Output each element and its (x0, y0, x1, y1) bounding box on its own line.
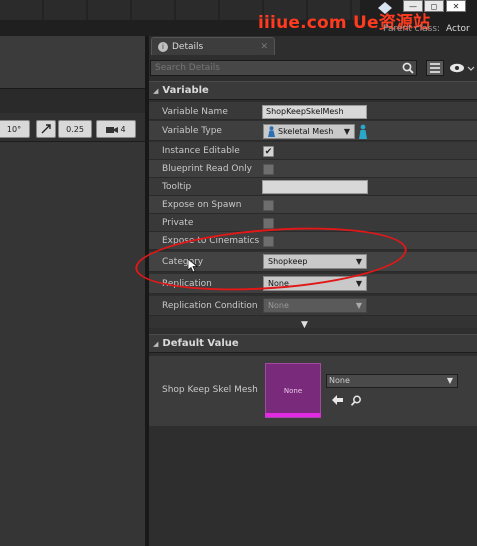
maximize-icon: ◻ (430, 1, 438, 11)
details-info-icon: i (158, 41, 168, 52)
chevron-down-icon: ▼ (446, 376, 453, 385)
replication-condition-value: None (268, 301, 289, 310)
chevron-down-icon: ▼ (355, 301, 362, 310)
collapse-triangle-icon: ◢ (153, 339, 159, 348)
expose-to-cinematics-checkbox[interactable] (263, 236, 274, 247)
expose-to-cinematics-label: Expose to Cinematics (162, 236, 260, 246)
browse-search-icon[interactable] (350, 394, 362, 406)
chevron-down-icon: ▼ (355, 257, 362, 266)
variable-name-label: Variable Name (162, 107, 228, 117)
blueprint-diamond-icon (378, 2, 392, 14)
components-panel (0, 36, 145, 89)
tooltip-field[interactable] (262, 180, 368, 194)
advanced-expander-row[interactable] (149, 316, 477, 328)
expand-advanced-icon[interactable]: ▼ (301, 320, 308, 330)
view-options-eye-icon[interactable] (449, 61, 475, 75)
category-value: Shopkeep (268, 257, 308, 266)
scale-snap-button[interactable]: 0.25 (58, 120, 92, 138)
instance-editable-label: Instance Editable (162, 146, 240, 156)
expose-on-spawn-checkbox[interactable] (263, 200, 274, 211)
viewport-tab-strip (0, 89, 145, 113)
close-icon: ✕ (452, 1, 460, 11)
scale-tool-button[interactable] (36, 120, 56, 138)
private-label: Private (162, 218, 194, 228)
variable-section-title: Variable (162, 85, 209, 96)
search-icon[interactable] (400, 61, 415, 75)
chevron-down-icon: ▼ (355, 279, 362, 288)
replication-dropdown[interactable]: None ▼ (263, 276, 367, 291)
tab-details[interactable]: i Details ✕ (151, 37, 275, 55)
use-selected-arrow-icon[interactable] (331, 394, 343, 406)
replication-condition-label: Replication Condition (162, 301, 258, 311)
variable-type-label: Variable Type (162, 126, 222, 136)
skeletal-mesh-icon (268, 126, 275, 137)
asset-picker-combo[interactable]: None ▼ (326, 374, 458, 388)
close-window-button[interactable]: ✕ (446, 0, 466, 12)
rotation-snap-button[interactable]: 10° (0, 120, 30, 138)
property-matrix-icon[interactable] (426, 60, 444, 76)
variable-type-value: Skeletal Mesh (278, 127, 334, 136)
camera-speed-value: 4 (120, 124, 126, 134)
asset-type-color-bar (265, 413, 321, 417)
asset-thumbnail[interactable]: None (265, 363, 321, 418)
rotation-snap-value: 10° (6, 124, 22, 134)
maximize-button[interactable]: ◻ (424, 0, 444, 12)
variable-type-dropdown[interactable]: Skeletal Mesh ▼ (263, 124, 355, 139)
tooltip-label: Tooltip (162, 182, 192, 192)
chevron-down-icon: ▼ (343, 127, 350, 136)
minimize-button[interactable]: — (403, 0, 423, 12)
scale-snap-value: 0.25 (66, 124, 84, 134)
tab-details-label: Details (172, 41, 204, 52)
parent-class-label: Parent class: (383, 24, 441, 34)
expose-on-spawn-label: Expose on Spawn (162, 200, 242, 210)
asset-thumbnail-text: None (283, 386, 303, 395)
instance-editable-checkbox[interactable]: ✔ (263, 146, 274, 157)
private-checkbox[interactable] (263, 218, 274, 229)
parent-class-value[interactable]: Actor (446, 24, 470, 34)
shop-keep-skel-mesh-label: Shop Keep Skel Mesh (162, 385, 258, 395)
container-type-icon[interactable] (357, 124, 369, 139)
replication-label: Replication (162, 279, 212, 289)
blueprint-read-only-checkbox[interactable] (263, 164, 274, 175)
asset-picker-value: None (329, 376, 350, 385)
search-details-input[interactable] (150, 60, 417, 76)
row-private (149, 214, 477, 232)
camera-icon (106, 126, 119, 133)
scale-icon (41, 124, 51, 134)
blueprint-read-only-label: Blueprint Read Only (162, 164, 253, 174)
default-value-section-header[interactable]: ◢ Default Value (149, 334, 477, 353)
category-combo[interactable]: Shopkeep ▼ (263, 254, 367, 269)
checkmark-icon: ✔ (264, 146, 273, 157)
tab-close-icon[interactable]: ✕ (260, 42, 268, 52)
collapse-triangle-icon: ◢ (153, 86, 159, 95)
camera-speed-button[interactable]: 4 (96, 120, 136, 138)
variable-name-field[interactable]: ShopKeepSkelMesh (262, 105, 367, 119)
default-value-section-title: Default Value (162, 338, 239, 349)
mouse-cursor-icon (187, 258, 199, 276)
minimize-icon: — (409, 1, 417, 11)
viewport[interactable] (0, 113, 145, 546)
replication-condition-dropdown[interactable]: None ▼ (263, 298, 367, 313)
replication-value: None (268, 279, 289, 288)
variable-section-header[interactable]: ◢ Variable (149, 81, 477, 100)
